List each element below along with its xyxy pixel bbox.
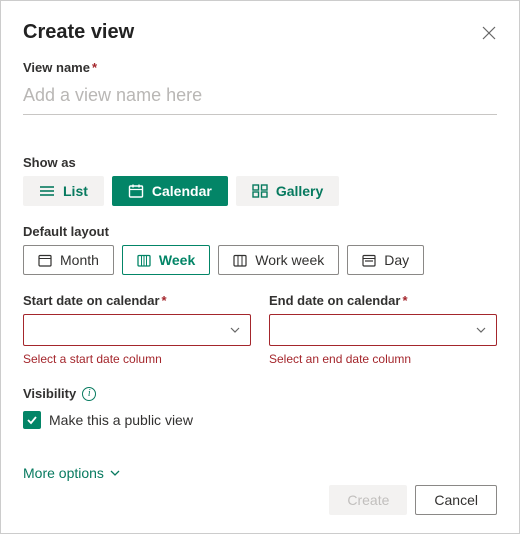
public-view-checkbox[interactable]: [23, 411, 41, 429]
default-layout-label: Default layout: [23, 224, 497, 239]
dialog-header: Create view: [23, 21, 497, 44]
view-name-label: View name*: [23, 60, 497, 75]
list-icon: [39, 184, 55, 198]
info-icon[interactable]: i: [82, 387, 96, 401]
default-layout-section: Default layout Month Week: [23, 224, 497, 275]
layout-week[interactable]: Week: [122, 245, 210, 275]
more-options-toggle[interactable]: More options: [23, 465, 120, 481]
layout-options: Month Week Work week: [23, 245, 497, 275]
chevron-down-icon: [476, 327, 486, 333]
view-name-section: View name*: [23, 60, 497, 137]
start-date-error: Select a start date column: [23, 352, 251, 366]
end-date-error: Select an end date column: [269, 352, 497, 366]
month-icon: [38, 254, 52, 267]
visibility-label: Visibility: [23, 386, 76, 401]
chevron-down-icon: [230, 327, 240, 333]
show-as-list[interactable]: List: [23, 176, 104, 206]
end-date-dropdown[interactable]: [269, 314, 497, 346]
cancel-button[interactable]: Cancel: [415, 485, 497, 515]
date-fields-row: Start date on calendar* Select a start d…: [23, 293, 497, 366]
start-date-label: Start date on calendar*: [23, 293, 251, 308]
show-as-options: List Calendar Gallery: [23, 176, 497, 206]
show-as-gallery[interactable]: Gallery: [236, 176, 339, 206]
dialog-title: Create view: [23, 21, 134, 44]
create-button[interactable]: Create: [329, 485, 407, 515]
required-mark: *: [92, 60, 97, 75]
close-icon: [481, 25, 497, 41]
start-date-section: Start date on calendar* Select a start d…: [23, 293, 251, 366]
end-date-label: End date on calendar*: [269, 293, 497, 308]
close-button[interactable]: [481, 25, 497, 41]
gallery-icon: [252, 184, 268, 198]
chevron-down-icon: [110, 470, 120, 476]
layout-workweek[interactable]: Work week: [218, 245, 339, 275]
day-icon: [362, 254, 376, 267]
week-icon: [137, 254, 151, 267]
calendar-icon: [128, 184, 144, 198]
public-view-row: Make this a public view: [23, 411, 497, 429]
create-view-dialog: Create view View name* Show as List: [0, 0, 520, 534]
visibility-header: Visibility i: [23, 386, 497, 401]
layout-month[interactable]: Month: [23, 245, 114, 275]
end-date-section: End date on calendar* Select an end date…: [269, 293, 497, 366]
check-icon: [26, 415, 38, 425]
layout-day[interactable]: Day: [347, 245, 424, 275]
dialog-footer: Create Cancel: [329, 485, 497, 515]
view-name-input[interactable]: [23, 81, 497, 115]
workweek-icon: [233, 254, 247, 267]
visibility-section: Visibility i Make this a public view: [23, 386, 497, 429]
show-as-section: Show as List Calendar: [23, 155, 497, 206]
public-view-label: Make this a public view: [49, 412, 193, 428]
show-as-calendar[interactable]: Calendar: [112, 176, 228, 206]
show-as-label: Show as: [23, 155, 497, 170]
start-date-dropdown[interactable]: [23, 314, 251, 346]
